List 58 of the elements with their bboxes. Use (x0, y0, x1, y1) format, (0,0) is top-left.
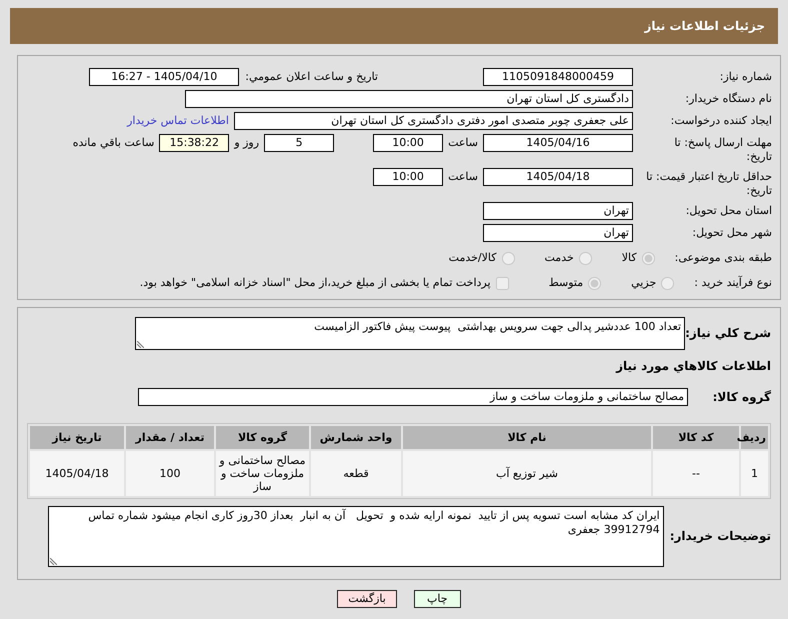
table-header-cell: کد کالا (653, 426, 739, 449)
field-label: مهلت ارسال پاسخ: تا تاریخ: (673, 135, 772, 164)
table-cell: 100 (126, 451, 214, 496)
city-field[interactable]: تهران (483, 224, 633, 242)
field-label: روز و (234, 135, 260, 151)
option-label: جزيي (631, 276, 656, 290)
deadline-time-field[interactable]: 10:00 (373, 134, 444, 152)
days-left-field[interactable]: 5 (264, 134, 334, 152)
table-header-cell: تاریخ نیاز (30, 426, 124, 449)
table-header-cell: تعداد / مقدار (126, 426, 214, 449)
field-label: نوع فرآیند خرید : (694, 274, 772, 291)
resize-grip-icon[interactable] (137, 341, 144, 348)
need-number-field[interactable]: 1105091848000459 (483, 68, 633, 86)
table-cell: 1 (741, 451, 768, 496)
page-title: جزئیات اطلاعات نیاز (644, 18, 765, 34)
contact-link[interactable]: اطلاعات تماس خریدار (127, 112, 229, 130)
field-label: توضیحات خریدار: (670, 529, 771, 544)
deadline-date-field[interactable]: 1405/04/16 (483, 134, 633, 152)
option-label: کالا/خدمت (448, 251, 496, 265)
notes-field[interactable]: ایران کد مشابه است تسویه پس از تایید نمونه ارایه شده و تحویل آن به انبار بعداز 30روز کاری انجام میشود شماره تماس 39912794 جعفری (48, 506, 664, 567)
field-label: ساعت (448, 169, 478, 185)
field-label: ساعت (448, 135, 478, 151)
field-label: نام دستگاه خریدار: (684, 91, 772, 106)
field-label: ایجاد کننده درخواست: (670, 113, 772, 128)
option-label: خدمت (544, 251, 574, 265)
table-cell: شیر توزیع آب (403, 451, 651, 496)
buyer-org-field[interactable]: دادگستری کل استان تهران (185, 90, 633, 108)
time-left-field[interactable]: 15:38:22 (159, 134, 230, 152)
option-label: متوسط (548, 276, 584, 290)
table-header-cell: نام کالا (403, 426, 651, 449)
field-label: گروه کالا: (712, 390, 771, 404)
table-cell: 1405/04/18 (30, 451, 124, 496)
field-label: شهر محل تحویل: (691, 225, 772, 240)
field-label: شرح کلي نیاز: (685, 326, 771, 341)
field-label: ساعت باقي مانده (72, 135, 154, 151)
validity-date-field[interactable]: 1405/04/18 (483, 168, 633, 186)
checkbox-label: پرداخت تمام یا بخشی از مبلغ خرید،از محل "اسناد خزانه اسلامی" خواهد بود. (140, 276, 491, 290)
back-button[interactable]: بازگشت (337, 590, 397, 608)
print-button[interactable]: چاپ (414, 590, 461, 608)
description-field[interactable]: تعداد 100 عددشیر پدالی جهت سرویس بهداشتی پیوست پیش فاکتور الزامیست (135, 317, 685, 350)
field-label: حداقل تاریخ اعتبار قیمت: تا تاریخ: (646, 169, 772, 198)
announce-date-field[interactable]: 1405/04/10 - 16:27 (89, 68, 240, 86)
table-cell: -- (653, 451, 739, 496)
requester-field[interactable]: علی جعفری چوبر متصدی امور دفتری دادگستری کل استان تهران (234, 112, 633, 130)
field-label: استان محل تحویل: (684, 203, 772, 218)
table-header-cell: گروه کالا (216, 426, 309, 449)
goods-group-field[interactable]: مصالح ساختمانی و ملزومات ساخت و ساز (138, 388, 688, 406)
field-label: شماره نیاز: (718, 69, 772, 84)
table-cell: مصالح ساختمانی و ملزومات ساخت و ساز (216, 451, 309, 496)
province-field[interactable]: تهران (483, 202, 633, 220)
section-heading: اطلاعات کالاهاي مورد نیاز (614, 359, 771, 374)
field-label: طبقه بندی موضوعی: (674, 250, 772, 266)
option-label: کالا (622, 251, 637, 265)
resize-grip-icon[interactable] (50, 558, 57, 565)
table-cell: قطعه (311, 451, 401, 496)
field-label: تاریخ و ساعت اعلان عمومي: (245, 69, 378, 85)
validity-time-field[interactable]: 10:00 (373, 168, 444, 186)
table-header-cell: واحد شمارش (311, 426, 401, 449)
